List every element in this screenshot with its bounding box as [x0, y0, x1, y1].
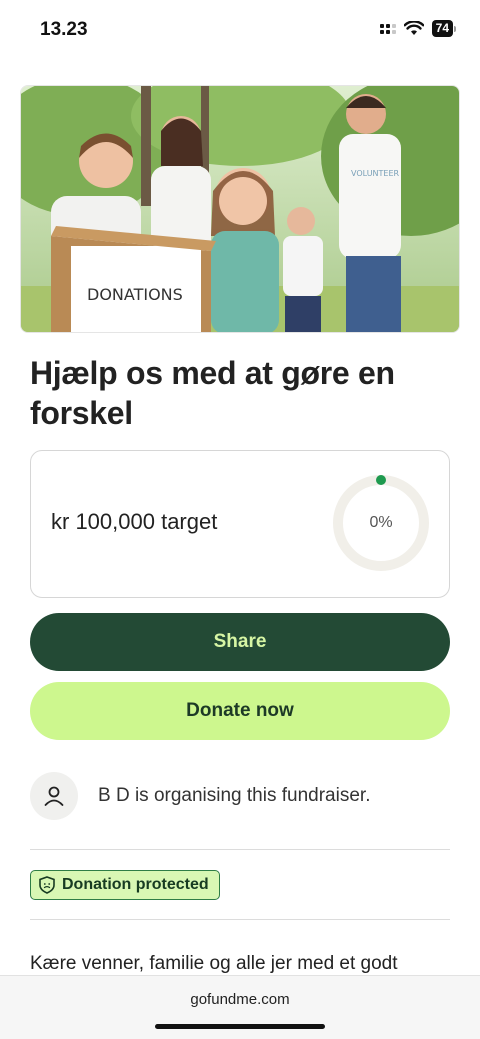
home-indicator[interactable] — [155, 1024, 325, 1029]
volunteer-shirt-text: VOLUNTEER — [351, 169, 400, 178]
cellular-signal-icon — [379, 23, 396, 34]
share-button[interactable]: Share — [30, 613, 450, 671]
battery-level: 74 — [431, 20, 453, 37]
target-amount: kr 100,000 target — [51, 509, 218, 534]
organiser-text: B D is organising this fundraiser. — [98, 785, 371, 806]
status-bar: 13.23 74 — [0, 0, 480, 60]
shield-icon — [39, 876, 55, 894]
donation-protected-badge[interactable]: Donation protected — [30, 870, 220, 900]
target-card: kr 100,000 target 0% — [30, 450, 450, 598]
browser-bottom-bar: gofundme.com — [0, 975, 480, 1039]
story-text: Kære venner, familie og alle jer med et … — [30, 953, 398, 974]
hero-illustration: VOLUNTEER DONATIONS — [21, 86, 459, 332]
organiser-row[interactable]: B D is organising this fundraiser. — [30, 770, 450, 822]
campaign-hero-image: VOLUNTEER DONATIONS — [20, 85, 460, 333]
status-icons: 74 — [379, 20, 456, 37]
progress-percent: 0% — [369, 514, 393, 531]
address-bar-url[interactable]: gofundme.com — [0, 991, 480, 1008]
wifi-icon — [403, 21, 424, 35]
user-icon — [44, 786, 64, 806]
battery-icon: 74 — [431, 20, 456, 37]
avatar — [30, 772, 78, 820]
campaign-title: Hjælp os med at gøre en forskel — [30, 355, 395, 431]
divider — [30, 849, 450, 850]
status-time: 13.23 — [40, 19, 88, 40]
badge-label: Donation protected — [62, 876, 209, 893]
donate-now-button[interactable]: Donate now — [30, 682, 450, 740]
divider — [30, 919, 450, 920]
donations-box-text: DONATIONS — [87, 285, 183, 304]
